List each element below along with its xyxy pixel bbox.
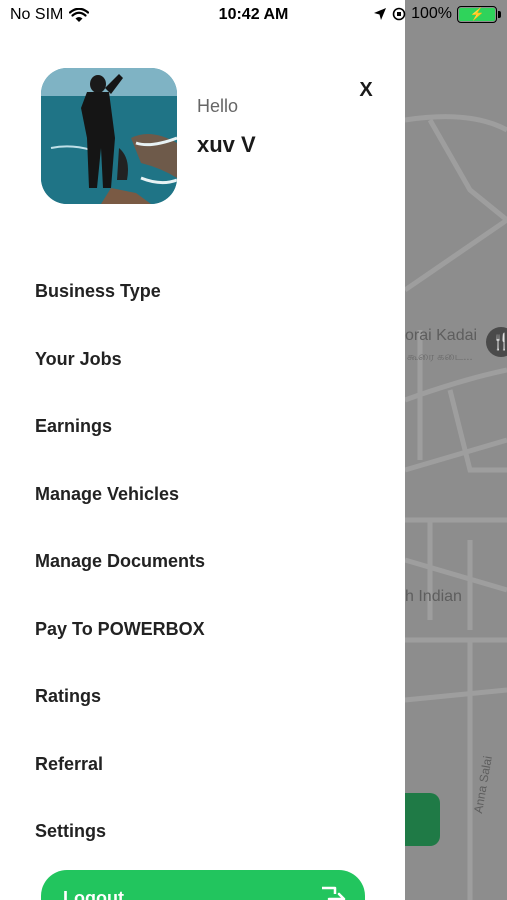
menu-item-ratings[interactable]: Ratings [35, 663, 365, 731]
menu-item-business-type[interactable]: Business Type [35, 258, 365, 326]
location-arrow-icon [374, 8, 387, 20]
side-drawer: Hello xuv V X Business Type Your Jobs Ea… [0, 0, 405, 900]
status-bar: No SIM 10:42 AM 100% ⚡ [0, 0, 507, 30]
menu-item-referral[interactable]: Referral [35, 731, 365, 799]
avatar[interactable] [41, 68, 177, 204]
logout-button[interactable]: Logout [41, 870, 365, 900]
battery-percent: 100% [411, 5, 452, 22]
menu-item-settings[interactable]: Settings [35, 798, 365, 866]
menu-item-manage-documents[interactable]: Manage Documents [35, 528, 365, 596]
map-place-sublabel: கூரை கடை... [407, 351, 473, 363]
map-place-label-2: h Indian [405, 588, 462, 605]
user-name: xuv V [197, 132, 256, 157]
orientation-lock-icon [392, 7, 406, 21]
menu-item-your-jobs[interactable]: Your Jobs [35, 326, 365, 394]
menu-item-pay-to-powerbox[interactable]: Pay To POWERBOX [35, 596, 365, 664]
greeting-text: Hello [197, 96, 239, 116]
battery-icon: ⚡ [457, 5, 501, 23]
close-drawer-button[interactable]: X [352, 76, 380, 104]
logout-icon [317, 884, 347, 900]
menu-item-earnings[interactable]: Earnings [35, 393, 365, 461]
drawer-menu: Business Type Your Jobs Earnings Manage … [35, 258, 365, 866]
logout-label: Logout [63, 888, 124, 900]
menu-item-manage-vehicles[interactable]: Manage Vehicles [35, 461, 365, 529]
map-place-label: orai Kadai [405, 327, 478, 344]
profile-photo [41, 68, 177, 204]
